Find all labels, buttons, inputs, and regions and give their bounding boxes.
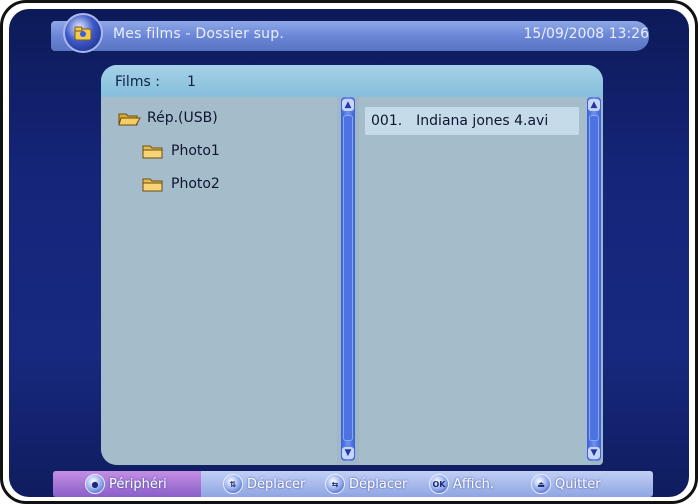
move-vertical-button[interactable]: ⇅ Déplacer	[223, 474, 305, 494]
move-horizontal-button[interactable]: ⇆ Déplacer	[325, 474, 407, 494]
tv-screen: Mes films - Dossier sup. 15/09/2008 13:2…	[9, 9, 689, 497]
file-item-selected[interactable]: 001. Indiana jones 4.avi	[365, 107, 579, 135]
ok-icon: OK	[429, 474, 449, 494]
footer-bar: ● Périphéri ⇅ Déplacer ⇆ Déplacer OK Aff…	[53, 471, 653, 497]
scroll-down-arrow-icon[interactable]: ▼	[342, 447, 354, 459]
file-index: 001.	[371, 113, 403, 129]
open-folder-icon	[117, 109, 141, 127]
tree-item-photo1[interactable]: Photo1	[141, 142, 220, 160]
display-button[interactable]: OK Affich.	[429, 474, 494, 494]
browser-panel: Films : 1 Rép.(USB) Photo1 Photo2 ▲ ▼ 00…	[101, 65, 603, 465]
footer-label: Affich.	[453, 476, 494, 492]
footer-label: Déplacer	[247, 476, 306, 492]
peripheral-button[interactable]: ● Périphéri	[85, 474, 167, 494]
left-right-icon: ⇆	[325, 474, 345, 494]
films-count-value: 1	[187, 74, 196, 90]
scrollbar-thumb[interactable]	[343, 115, 353, 441]
folder-scrollbar[interactable]: ▲ ▼	[341, 97, 355, 461]
screen-frame: Mes films - Dossier sup. 15/09/2008 13:2…	[0, 0, 698, 504]
tree-item-label: Photo2	[171, 176, 220, 192]
footer-label: Périphéri	[109, 476, 167, 492]
file-list-pane: 001. Indiana jones 4.avi	[359, 97, 591, 465]
tree-item-photo2[interactable]: Photo2	[141, 175, 220, 193]
scroll-down-arrow-icon[interactable]: ▼	[588, 447, 600, 459]
exit-icon: ⏏	[531, 474, 551, 494]
footer-label: Déplacer	[349, 476, 408, 492]
tree-item-label: Photo1	[171, 143, 220, 159]
footer-label: Quitter	[555, 476, 601, 492]
tree-item-usb[interactable]: Rép.(USB)	[117, 109, 218, 127]
globe-icon: ●	[85, 474, 105, 494]
folder-icon	[141, 175, 165, 193]
film-folder-icon	[63, 13, 103, 53]
tree-item-label: Rép.(USB)	[147, 110, 218, 126]
file-scrollbar[interactable]: ▲ ▼	[587, 97, 601, 461]
date-time: 15/09/2008 13:26	[523, 26, 650, 42]
folder-icon	[141, 142, 165, 160]
folder-tree-pane: Rép.(USB) Photo1 Photo2	[101, 97, 337, 465]
up-down-icon: ⇅	[223, 474, 243, 494]
file-name: Indiana jones 4.avi	[416, 113, 549, 129]
panel-header: Films : 1	[101, 65, 603, 97]
scrollbar-thumb[interactable]	[589, 115, 599, 441]
scroll-up-arrow-icon[interactable]: ▲	[342, 99, 354, 111]
scroll-up-arrow-icon[interactable]: ▲	[588, 99, 600, 111]
quit-button[interactable]: ⏏ Quitter	[531, 474, 601, 494]
page-title: Mes films - Dossier sup.	[113, 26, 284, 42]
films-count-label: Films :	[115, 74, 160, 90]
